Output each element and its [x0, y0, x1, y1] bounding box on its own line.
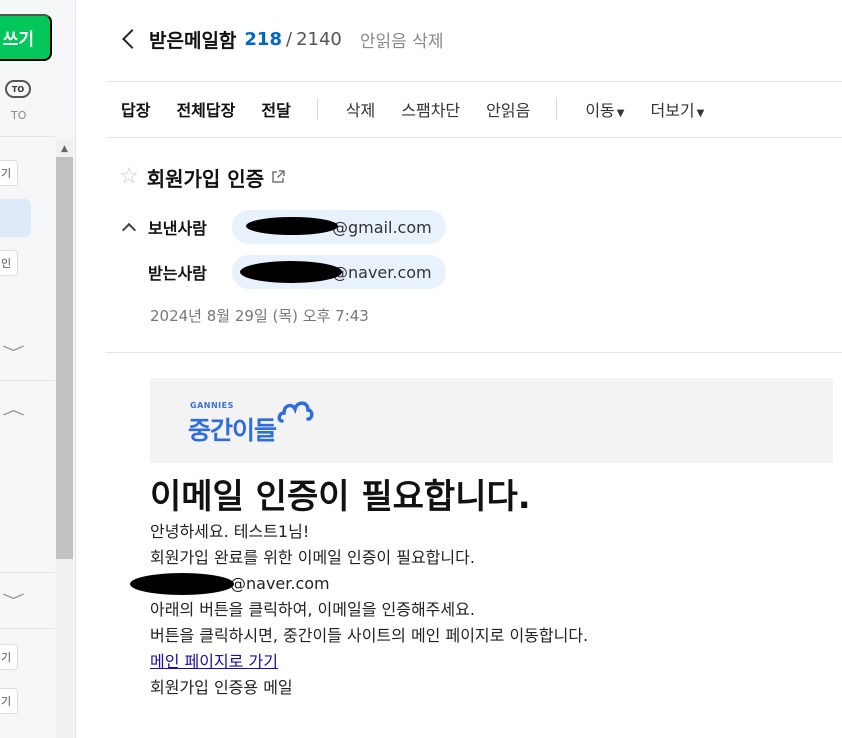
- email-line: @naver.com: [130, 571, 833, 597]
- sidebar-pill[interactable]: 기: [0, 688, 19, 714]
- move-label: 이동: [585, 101, 615, 120]
- back-chevron-icon[interactable]: [122, 29, 142, 49]
- body-line: 회원가입 완료를 위한 이메일 인증이 필요합니다.: [150, 548, 475, 567]
- cloud-icon: [277, 401, 314, 423]
- reply-button[interactable]: 답장: [121, 97, 150, 121]
- redaction-scribble: [130, 573, 234, 595]
- mail-view: 받은메일함 218 / 2140 안읽음 삭제 답장 전체답장 전달 삭제 스팸…: [76, 0, 842, 738]
- more-label: 더보기: [650, 101, 695, 120]
- mail-body: GANNIES 중간이들 이메일 인증이 필요합니다. 안녕하세요. 테스트1님…: [130, 378, 833, 701]
- recipient-label: 받는사람: [148, 264, 207, 283]
- recipient-email: @naver.com: [332, 262, 432, 282]
- external-link-icon[interactable]: [270, 169, 286, 185]
- block-spam-button[interactable]: 스팸차단: [401, 97, 460, 121]
- collapse-chevron-icon[interactable]: [121, 222, 137, 238]
- body-divider: [106, 352, 842, 353]
- mail-date: 2024년 8월 29일 (목) 오후 7:43: [150, 307, 369, 325]
- compose-button[interactable]: 쓰기: [0, 14, 52, 61]
- forward-button[interactable]: 전달: [261, 97, 290, 121]
- footer-text: 회원가입 인증용 메일: [150, 678, 293, 697]
- sidebar-pill[interactable]: 기: [0, 160, 19, 186]
- reply-all-button[interactable]: 전체답장: [176, 97, 235, 121]
- mark-unread-button[interactable]: 안읽음: [486, 97, 530, 121]
- sidebar: 쓰기 TO TO 기 인 ﹀ ︿ ﹀ 기 기 ▲: [0, 0, 76, 738]
- sidebar-divider: [0, 136, 55, 137]
- mail-headline: 이메일 인증이 필요합니다.: [150, 477, 531, 517]
- sender-label: 보낸사람: [148, 219, 207, 238]
- sidebar-pill[interactable]: 기: [0, 644, 19, 670]
- redaction-scribble: [246, 217, 338, 235]
- body-line: 버튼을 클릭하시면, 중간이들 사이트의 메인 페이지로 이동합니다.: [150, 626, 589, 645]
- sidebar-divider: [0, 380, 55, 381]
- main-page-link[interactable]: 메인 페이지로 가기: [150, 652, 278, 671]
- brand-logo: GANNIES 중간이들: [188, 395, 318, 451]
- chevron-up-icon[interactable]: ︿: [2, 398, 25, 419]
- logo-text: 중간이들: [188, 416, 277, 445]
- folder-header: 받은메일함 218 / 2140 안읽음 삭제: [121, 22, 443, 56]
- scrollbar-thumb[interactable]: [56, 157, 73, 559]
- sidebar-divider: [0, 628, 55, 629]
- toolbar-divider: [316, 98, 318, 120]
- chevron-down-icon[interactable]: ﹀: [2, 342, 25, 363]
- recipient-chip[interactable]: @naver.com: [232, 255, 446, 289]
- greeting-text: 안녕하세요. 테스트1님!: [150, 522, 310, 541]
- sender-chip[interactable]: @gmail.com: [232, 210, 446, 244]
- delete-button[interactable]: 삭제: [346, 97, 375, 121]
- mail-toolbar: 답장 전체답장 전달 삭제 스팸차단 안읽음 이동 ▼ 더보기 ▼: [121, 92, 730, 126]
- mail-subject: 회원가입 인증: [146, 166, 265, 191]
- body-line: 아래의 버튼을 클릭하여, 이메일을 인증해주세요.: [150, 600, 475, 619]
- sidebar-active-item[interactable]: [0, 199, 31, 237]
- scroll-up-icon[interactable]: ▲: [56, 142, 73, 156]
- sender-row: 보낸사람 @gmail.com: [121, 210, 446, 244]
- caret-down-icon: ▼: [616, 108, 625, 119]
- chevron-down-icon[interactable]: ﹀: [2, 590, 25, 611]
- sidebar-scrollbar[interactable]: ▲: [56, 140, 73, 738]
- star-icon[interactable]: ☆: [119, 166, 139, 188]
- caret-down-icon: ▼: [696, 108, 705, 119]
- delete-unread-link[interactable]: 안읽음 삭제: [360, 27, 444, 52]
- recipient-row: 받는사람 @naver.com: [124, 255, 446, 289]
- move-button[interactable]: 이동 ▼: [585, 97, 624, 121]
- unread-count: 218: [244, 28, 282, 50]
- sidebar-divider: [0, 572, 55, 573]
- link-line: 메인 페이지로 가기: [150, 649, 833, 675]
- sidebar-pill[interactable]: 인: [0, 250, 19, 276]
- folder-name[interactable]: 받은메일함: [149, 26, 236, 53]
- total-count: 2140: [296, 28, 342, 50]
- toolbar-divider-line: [106, 137, 842, 138]
- subject-row: ☆ 회원가입 인증: [119, 160, 286, 194]
- logo-subtext: GANNIES: [190, 401, 234, 410]
- count-separator: /: [285, 28, 293, 50]
- redaction-scribble: [240, 261, 342, 283]
- toolbar-divider: [556, 98, 558, 120]
- more-button[interactable]: 더보기 ▼: [650, 97, 704, 121]
- sender-email: @gmail.com: [332, 217, 432, 237]
- to-me-icon[interactable]: TO: [5, 80, 31, 98]
- body-email: @naver.com: [230, 574, 330, 593]
- brand-banner: GANNIES 중간이들: [150, 378, 833, 463]
- header-divider: [106, 81, 842, 82]
- to-me-label: TO: [11, 109, 27, 122]
